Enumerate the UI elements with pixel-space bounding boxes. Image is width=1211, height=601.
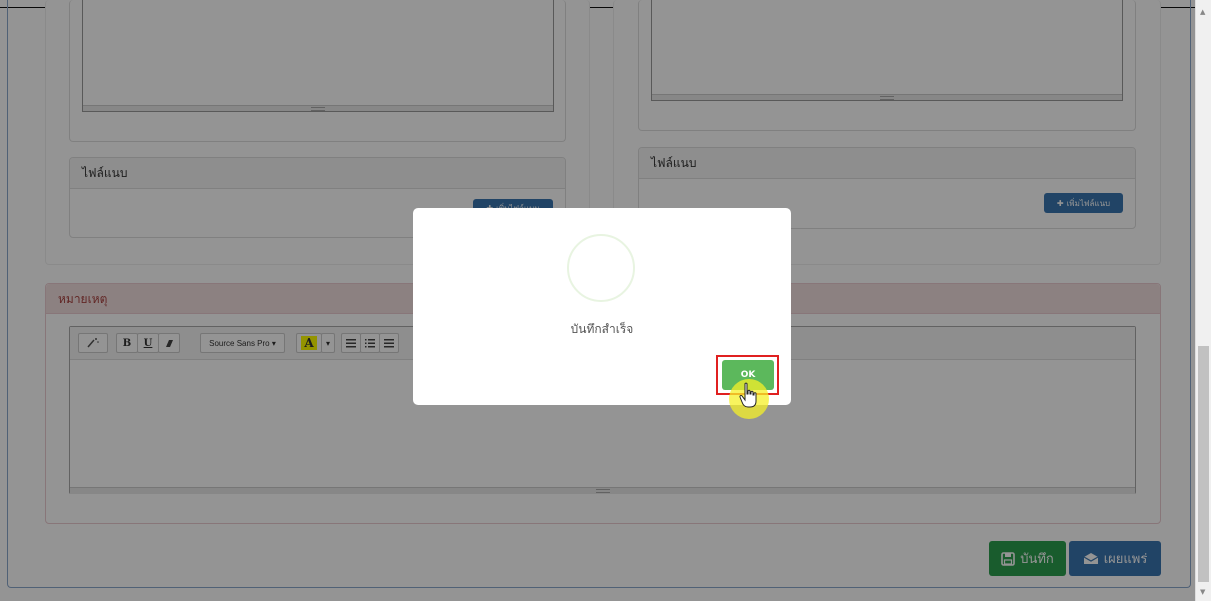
scroll-thumb[interactable] — [1198, 346, 1209, 582]
scroll-up-icon[interactable]: ▲ — [1200, 8, 1205, 16]
success-message: บันทึกสำเร็จ — [570, 322, 634, 336]
page: ไฟล์แนบ ✚ เพิ่มไฟล์แนบ ไฟล์แนบ ✚ เพิ่มไฟ… — [0, 0, 1211, 601]
hand-pointer-icon — [739, 382, 757, 408]
success-icon — [567, 234, 635, 302]
scroll-down-icon[interactable]: ▼ — [1200, 588, 1205, 596]
vertical-scrollbar[interactable]: ▲ ▼ — [1195, 0, 1211, 601]
